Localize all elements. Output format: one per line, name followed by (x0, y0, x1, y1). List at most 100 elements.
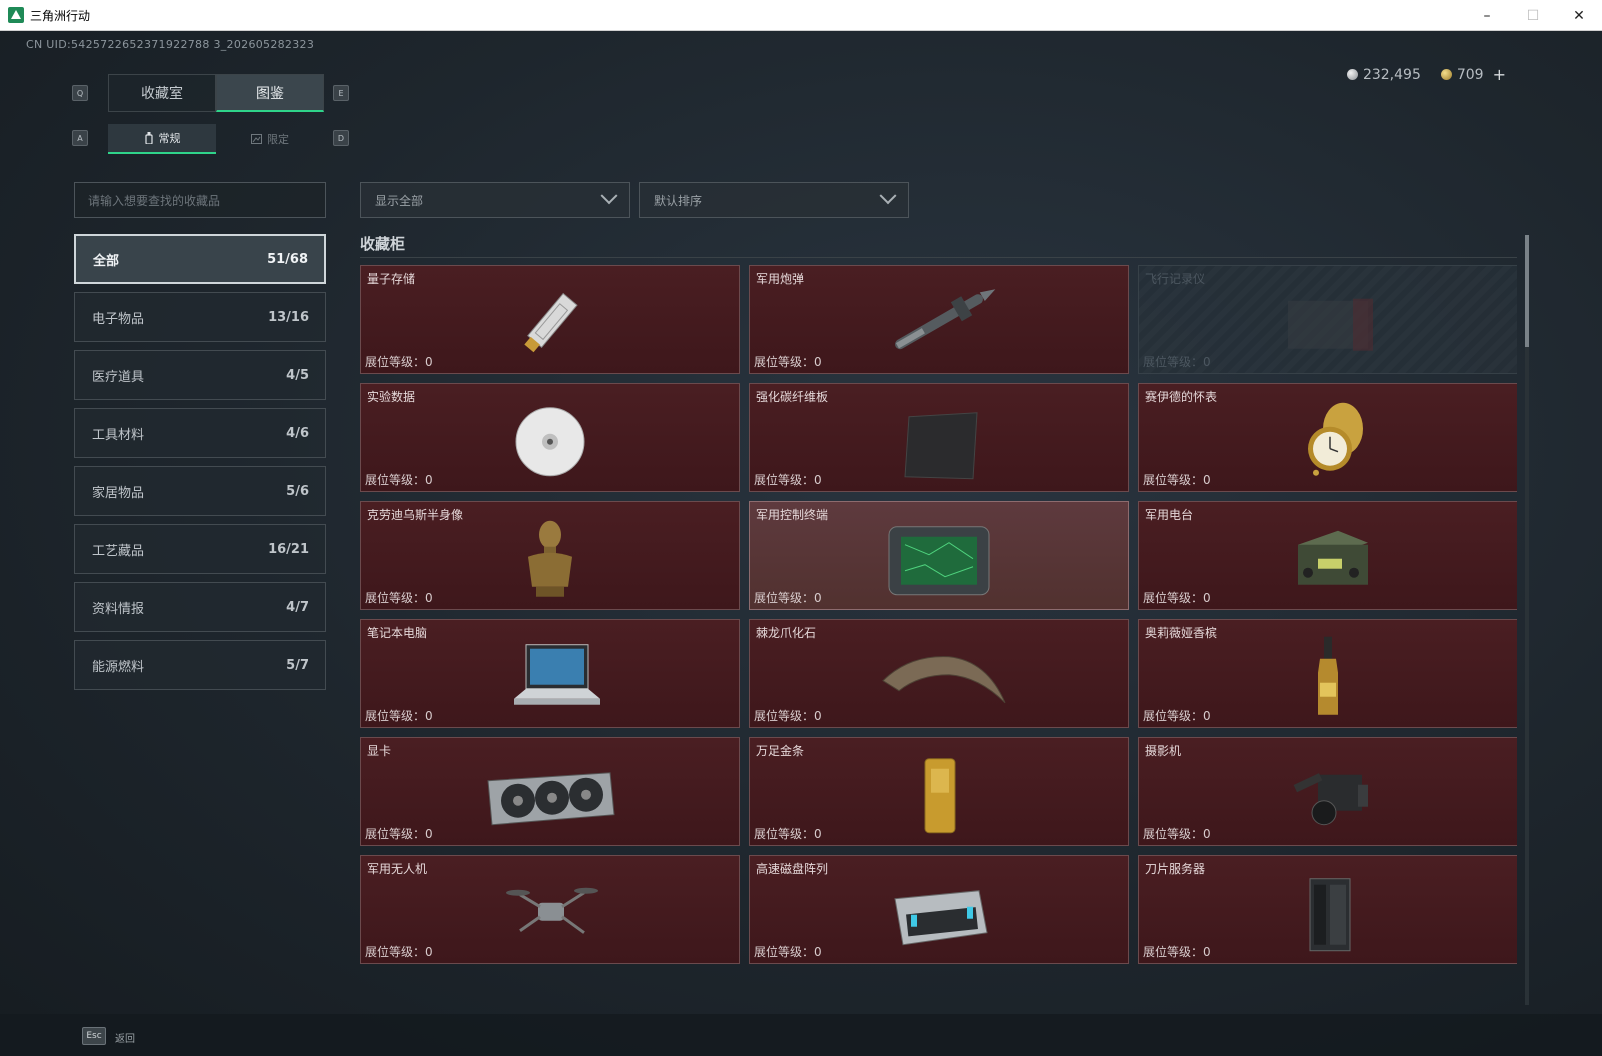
item-card[interactable]: 笔记本电脑 展位等级：0 (360, 619, 740, 728)
item-level: 展位等级：0 (754, 589, 822, 606)
item-card[interactable]: 军用电台 展位等级：0 (1138, 501, 1517, 610)
level-value: 0 (1203, 473, 1211, 487)
item-card[interactable]: 量子存储 展位等级：0 (360, 265, 740, 374)
category-medical[interactable]: 医疗道具 4/5 (74, 350, 326, 400)
key-hint-d: D (333, 130, 349, 146)
footer-bar (0, 1014, 1602, 1056)
item-card[interactable]: 实验数据 展位等级：0 (360, 383, 740, 492)
tab-regular-label: 常规 (158, 132, 181, 145)
bust-icon (528, 520, 572, 597)
back-label[interactable]: 返回 (115, 1030, 135, 1045)
item-card[interactable]: 显卡 展位等级：0 (360, 737, 740, 846)
item-level: 展位等级：0 (754, 825, 822, 842)
shell-icon (895, 288, 996, 349)
item-card[interactable]: 强化碳纤维板 展位等级：0 (749, 383, 1129, 492)
item-name: 实验数据 (367, 390, 416, 404)
item-card[interactable]: 摄影机 展位等级：0 (1138, 737, 1517, 846)
item-name: 棘龙爪化石 (756, 626, 817, 640)
item-card[interactable]: 克劳迪乌斯半身像 展位等级：0 (360, 501, 740, 610)
silver-currency: 232,495 (1346, 66, 1421, 83)
category-energy[interactable]: 能源燃料 5/7 (74, 640, 326, 690)
item-name: 笔记本电脑 (367, 626, 428, 640)
category-count: 51/68 (267, 251, 308, 267)
item-level: 展位等级：0 (754, 707, 822, 724)
category-count: 5/7 (286, 657, 309, 673)
item-name: 高速磁盘阵列 (756, 862, 829, 876)
silver-amount: 232,495 (1362, 66, 1421, 83)
sub-tabs: 常规 限定 (108, 124, 324, 154)
section-title: 收藏柜 (360, 235, 406, 253)
category-label: 资料情报 (92, 601, 145, 617)
item-card[interactable]: 奥莉薇娅香槟 展位等级：0 (1138, 619, 1517, 728)
category-count: 4/7 (286, 599, 309, 615)
item-card[interactable]: 万足金条 展位等级：0 (749, 737, 1129, 846)
close-button[interactable]: ✕ (1556, 0, 1602, 31)
maximize-button[interactable]: ☐ (1510, 0, 1556, 31)
category-count: 13/16 (268, 309, 309, 325)
category-all[interactable]: 全部 51/68 (74, 234, 326, 284)
tab-limited[interactable]: 限定 (216, 124, 324, 154)
level-label: 展位等级： (365, 709, 426, 723)
item-card-locked[interactable]: 飞行记录仪 展位等级：0 (1138, 265, 1517, 374)
item-name: 飞行记录仪 (1145, 272, 1206, 286)
scrollbar-track[interactable] (1525, 235, 1529, 1005)
sort-dropdown[interactable]: 默认排序 (639, 182, 909, 218)
category-intel[interactable]: 资料情报 4/7 (74, 582, 326, 632)
item-card[interactable]: 高速磁盘阵列 展位等级：0 (749, 855, 1129, 964)
item-card[interactable]: 刀片服务器 展位等级：0 (1138, 855, 1517, 964)
disk-array-icon (894, 889, 988, 945)
champagne-icon (1318, 636, 1338, 715)
chevron-down-icon (879, 187, 897, 205)
category-label: 工具材料 (92, 427, 145, 443)
sort-value: 默认排序 (654, 193, 703, 208)
level-label: 展位等级： (365, 473, 426, 487)
item-name: 万足金条 (756, 744, 805, 758)
level-label: 展位等级： (365, 591, 426, 605)
item-name: 军用电台 (1145, 508, 1194, 522)
level-value: 0 (814, 709, 822, 723)
level-label: 展位等级： (754, 355, 815, 369)
laptop-icon (514, 643, 600, 705)
add-currency-button[interactable]: + (1493, 65, 1506, 84)
radio-icon (1298, 530, 1368, 585)
category-crafts[interactable]: 工艺藏品 16/21 (74, 524, 326, 574)
item-name: 军用控制终端 (756, 508, 829, 522)
tab-catalog[interactable]: 图鉴 (216, 74, 324, 112)
picture-icon (251, 134, 262, 144)
level-label: 展位等级： (1143, 709, 1204, 723)
item-card[interactable]: 军用炮弹 展位等级：0 (749, 265, 1129, 374)
gold-coin-icon (1440, 69, 1452, 80)
esc-key-button[interactable]: Esc (82, 1027, 106, 1045)
tab-regular[interactable]: 常规 (108, 124, 216, 154)
item-card[interactable]: 棘龙爪化石 展位等级：0 (749, 619, 1129, 728)
item-name: 刀片服务器 (1145, 862, 1206, 876)
level-label: 展位等级： (1143, 473, 1204, 487)
disc-icon (515, 406, 585, 476)
category-household[interactable]: 家居物品 5/6 (74, 466, 326, 516)
level-value: 0 (1203, 591, 1211, 605)
category-label: 家居物品 (92, 485, 145, 501)
item-card-hovered[interactable]: 军用控制终端 展位等级：0 (749, 501, 1129, 610)
gpu-icon (487, 771, 615, 825)
display-filter-dropdown[interactable]: 显示全部 (360, 182, 630, 218)
category-tools[interactable]: 工具材料 4/6 (74, 408, 326, 458)
scrollbar-thumb[interactable] (1525, 235, 1529, 347)
tab-collection-room[interactable]: 收藏室 (108, 74, 216, 112)
item-card[interactable]: 军用无人机 展位等级：0 (360, 855, 740, 964)
main-tabs: 收藏室 图鉴 (108, 74, 324, 112)
item-level: 展位等级：0 (754, 353, 822, 370)
level-label: 展位等级： (1143, 945, 1204, 959)
blade-server-icon (1309, 877, 1351, 951)
gold-bar-icon (924, 757, 956, 833)
item-level: 展位等级：0 (754, 471, 822, 488)
level-value: 0 (425, 827, 433, 841)
category-count: 4/6 (286, 425, 309, 441)
tab-limited-label: 限定 (267, 133, 289, 146)
gold-amount: 709 (1456, 66, 1484, 83)
minimize-button[interactable]: – (1464, 0, 1510, 31)
search-input[interactable]: 请输入想要查找的收藏品 (74, 182, 326, 218)
collection-grid: 量子存储 展位等级：0 军用炮弹 展位等级：0 飞行记录仪 展位等级：0 实验数… (360, 265, 1517, 1005)
item-level: 展位等级：0 (1143, 825, 1211, 842)
category-electronics[interactable]: 电子物品 13/16 (74, 292, 326, 342)
item-card[interactable]: 赛伊德的怀表 展位等级：0 (1138, 383, 1517, 492)
